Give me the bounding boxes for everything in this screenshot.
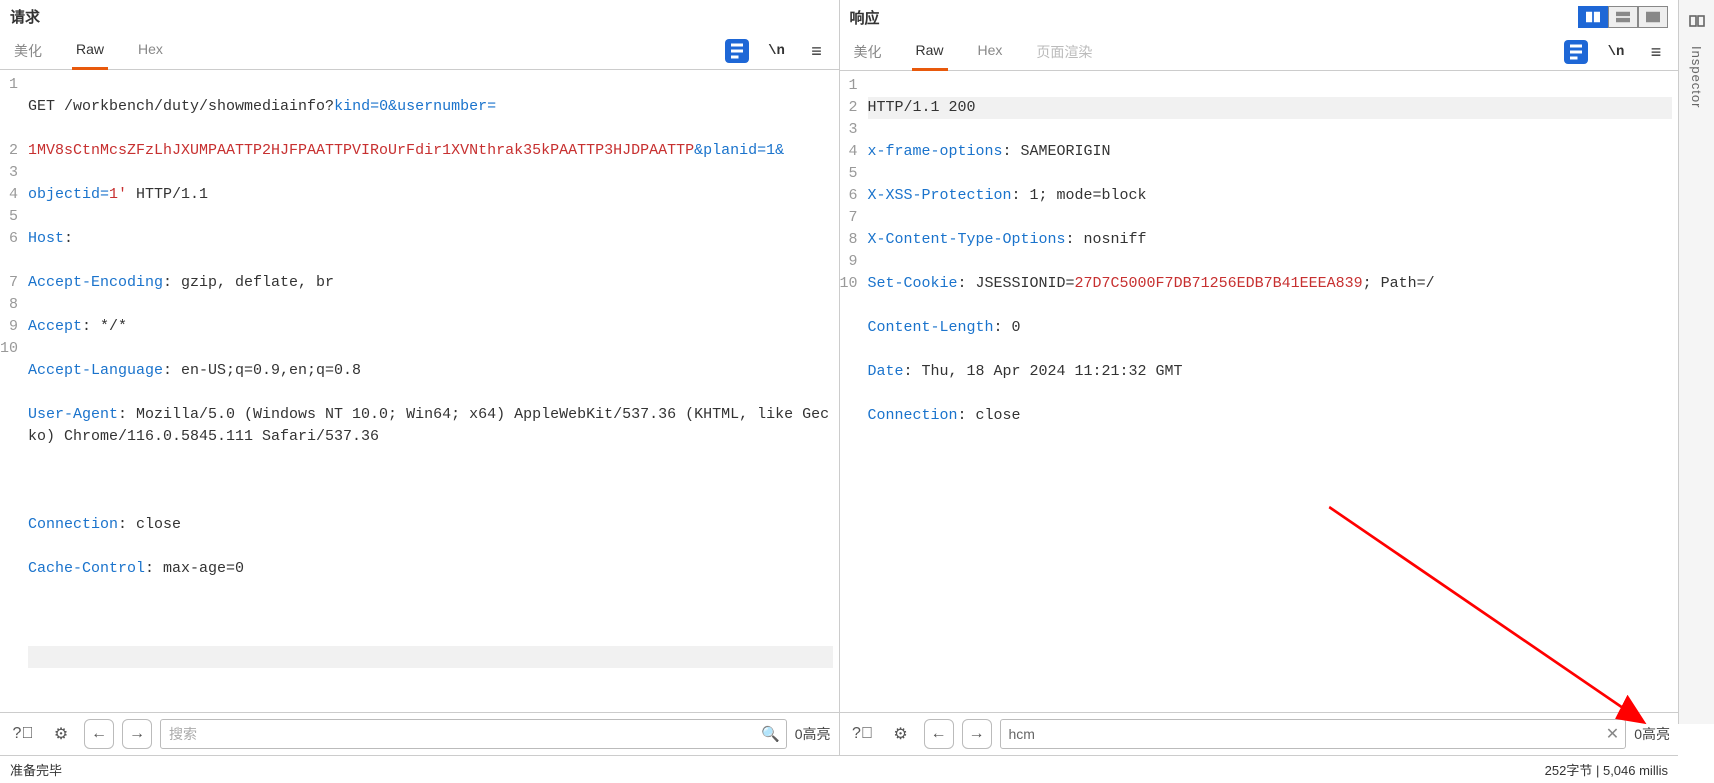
status-left: 准备完毕 xyxy=(10,760,62,779)
response-panel: 响应 美化 Raw Hex 页面渲染 \n xyxy=(840,0,1679,755)
request-code[interactable]: GET /workbench/duty/showmediainfo?kind=0… xyxy=(22,70,839,712)
layout-buttons xyxy=(1578,6,1668,28)
tab-hex[interactable]: Hex xyxy=(134,33,167,69)
response-code[interactable]: HTTP/1.1 200 x-frame-options: SAMEORIGIN… xyxy=(862,71,1679,712)
magnifier-icon: 🔍 xyxy=(761,725,780,743)
pretty-print-icon[interactable] xyxy=(1564,40,1588,64)
tab-render[interactable]: 页面渲染 xyxy=(1032,34,1096,70)
request-search-input[interactable] xyxy=(169,726,758,742)
request-highlight-count: 0高亮 xyxy=(795,724,831,744)
clear-icon[interactable]: ✕ xyxy=(1606,724,1619,744)
response-highlight-count: 0高亮 xyxy=(1634,724,1670,744)
wrap-toggle-icon[interactable]: \n xyxy=(765,39,789,63)
request-search-row: ?⃝ ⚙ ← → 🔍 0高亮 xyxy=(0,712,839,755)
inspector-label[interactable]: Inspector xyxy=(1689,46,1704,108)
pretty-print-icon[interactable] xyxy=(725,39,749,63)
request-tab-row: 美化 Raw Hex \n ≡ xyxy=(0,33,839,70)
response-gutter: 12345678910 xyxy=(840,71,862,712)
request-gutter: 12345678910 xyxy=(0,70,22,712)
request-panel: 请求 美化 Raw Hex \n ≡ 12345678910 xyxy=(0,0,840,755)
response-editor[interactable]: 12345678910 HTTP/1.1 200 x-frame-options… xyxy=(840,71,1679,712)
hamburger-icon[interactable]: ≡ xyxy=(805,39,829,63)
wrap-toggle-icon[interactable]: \n xyxy=(1604,40,1628,64)
request-title: 请求 xyxy=(10,6,40,27)
layout-rows-icon[interactable] xyxy=(1608,6,1638,28)
tab-beautify[interactable]: 美化 xyxy=(850,34,886,70)
inspector-toggle-icon[interactable] xyxy=(1682,6,1712,36)
tab-hex[interactable]: Hex xyxy=(974,34,1007,70)
response-tab-row: 美化 Raw Hex 页面渲染 \n ≡ xyxy=(840,34,1679,71)
status-right: 252字节 | 5,046 millis xyxy=(1545,760,1668,779)
hamburger-icon[interactable]: ≡ xyxy=(1644,40,1668,64)
layout-single-icon[interactable] xyxy=(1638,6,1668,28)
response-search-row: ?⃝ ⚙ ← → ✕ 0高亮 xyxy=(840,712,1679,755)
response-search-input[interactable] xyxy=(1009,726,1598,742)
tab-raw[interactable]: Raw xyxy=(912,34,948,70)
layout-columns-icon[interactable] xyxy=(1578,6,1608,28)
status-bar: 准备完毕 252字节 | 5,046 millis xyxy=(0,755,1678,783)
tab-beautify[interactable]: 美化 xyxy=(10,33,46,69)
inspector-rail: Inspector xyxy=(1678,0,1714,724)
tab-raw[interactable]: Raw xyxy=(72,33,108,69)
response-title: 响应 xyxy=(850,7,880,28)
request-editor[interactable]: 12345678910 GET /workbench/duty/showmedi… xyxy=(0,70,839,712)
